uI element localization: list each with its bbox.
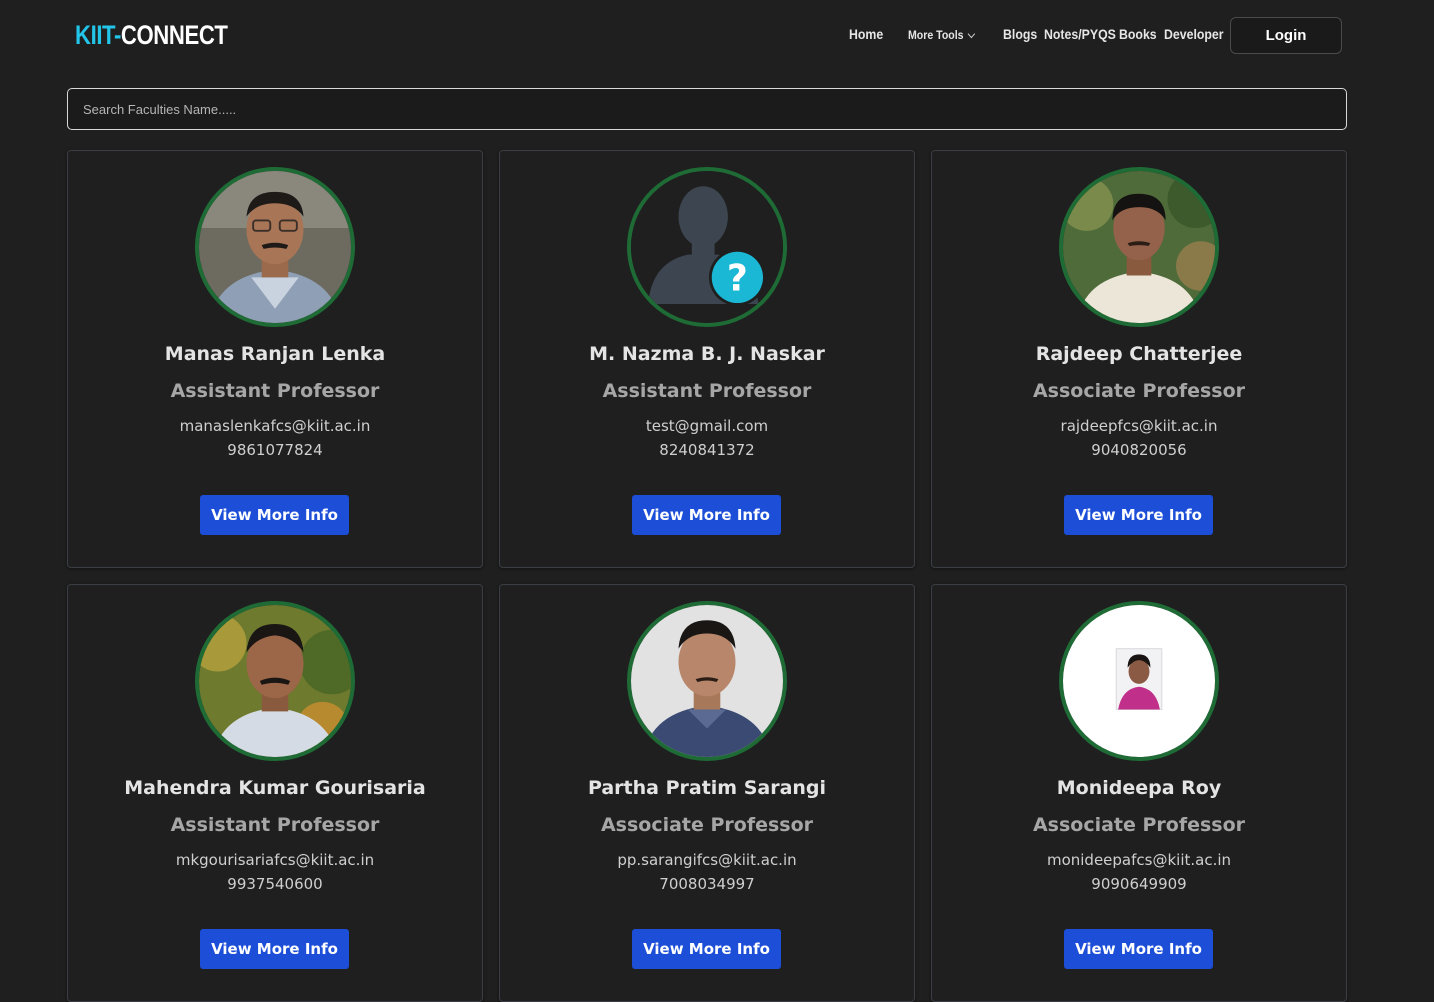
faculty-role: Associate Professor [1032,814,1246,836]
faculty-email: test@gmail.com [645,417,769,435]
faculty-name: Partha Pratim Sarangi [587,777,827,799]
login-button[interactable]: Login [1230,17,1342,54]
faculty-phone: 9040820056 [1091,441,1187,459]
faculty-photo [627,601,787,761]
faculty-card: Manas Ranjan Lenka Assistant Professor m… [67,150,483,568]
faculty-role: Assistant Professor [602,380,812,402]
view-more-info-button[interactable]: View More Info [632,495,781,535]
faculty-name: Mahendra Kumar Gourisaria [124,777,426,799]
faculty-phone: 7008034997 [659,875,755,893]
faculty-email: manaslenkafcs@kiit.ac.in [179,417,371,435]
view-more-info-button[interactable]: View More Info [200,929,349,969]
chevron-down-icon [967,29,976,39]
nav-home[interactable]: Home [849,26,883,42]
faculty-role: Associate Professor [1032,380,1246,402]
faculty-card: Mahendra Kumar Gourisaria Assistant Prof… [67,584,483,1002]
faculty-phone: 8240841372 [659,441,755,459]
faculty-photo [195,601,355,761]
faculty-card: Rajdeep Chatterjee Associate Professor r… [931,150,1347,568]
view-more-info-button[interactable]: View More Info [632,929,781,969]
faculty-name: M. Nazma B. J. Naskar [589,343,825,365]
faculty-name: Rajdeep Chatterjee [1035,343,1243,365]
nav-more-tools-label: More Tools [908,28,964,42]
nav-more-tools[interactable]: More Tools [908,28,976,42]
navbar: KIIT-CONNECT Home More Tools Blogs Notes… [0,0,1434,72]
nav-books[interactable]: Books [1119,26,1157,42]
view-more-info-button[interactable]: View More Info [1064,929,1213,969]
nav-blogs[interactable]: Blogs [1003,26,1037,42]
faculty-photo-image [199,171,351,323]
faculty-email: pp.sarangifcs@kiit.ac.in [617,851,797,869]
view-more-info-button[interactable]: View More Info [200,495,349,535]
nav-links: Home More Tools Blogs Notes/PYQS Books D… [0,26,1434,46]
faculty-email: mkgourisariafcs@kiit.ac.in [175,851,375,869]
faculty-email: rajdeepfcs@kiit.ac.in [1060,417,1218,435]
faculty-photo [195,167,355,327]
faculty-card: ? M. Nazma B. J. Naskar Assistant Profes… [499,150,915,568]
faculty-photo-image [1063,605,1215,757]
faculty-card: Partha Pratim Sarangi Associate Professo… [499,584,915,1002]
faculty-photo [1059,601,1219,761]
faculty-photo-image [1063,171,1215,323]
view-more-info-button[interactable]: View More Info [1064,495,1213,535]
unknown-user-icon: ? [631,171,783,323]
search-input[interactable] [68,89,1346,129]
faculty-role: Assistant Professor [170,380,380,402]
nav-notes-pyqs[interactable]: Notes/PYQS [1044,26,1116,42]
svg-text:?: ? [727,258,748,300]
faculty-role: Associate Professor [600,814,814,836]
nav-developer[interactable]: Developer [1164,26,1224,42]
faculty-phone: 9090649909 [1091,875,1187,893]
faculty-photo [1059,167,1219,327]
faculty-name: Manas Ranjan Lenka [164,343,386,365]
faculty-name: Monideepa Roy [1056,777,1222,799]
faculty-photo: ? [627,167,787,327]
faculty-photo-image [199,605,351,757]
faculty-card: Monideepa Roy Associate Professor monide… [931,584,1347,1002]
faculty-phone: 9937540600 [227,875,323,893]
search-bar [67,88,1347,130]
faculty-role: Assistant Professor [170,814,380,836]
faculty-email: monideepafcs@kiit.ac.in [1046,851,1232,869]
faculty-phone: 9861077824 [227,441,323,459]
faculty-photo-image [631,605,783,757]
